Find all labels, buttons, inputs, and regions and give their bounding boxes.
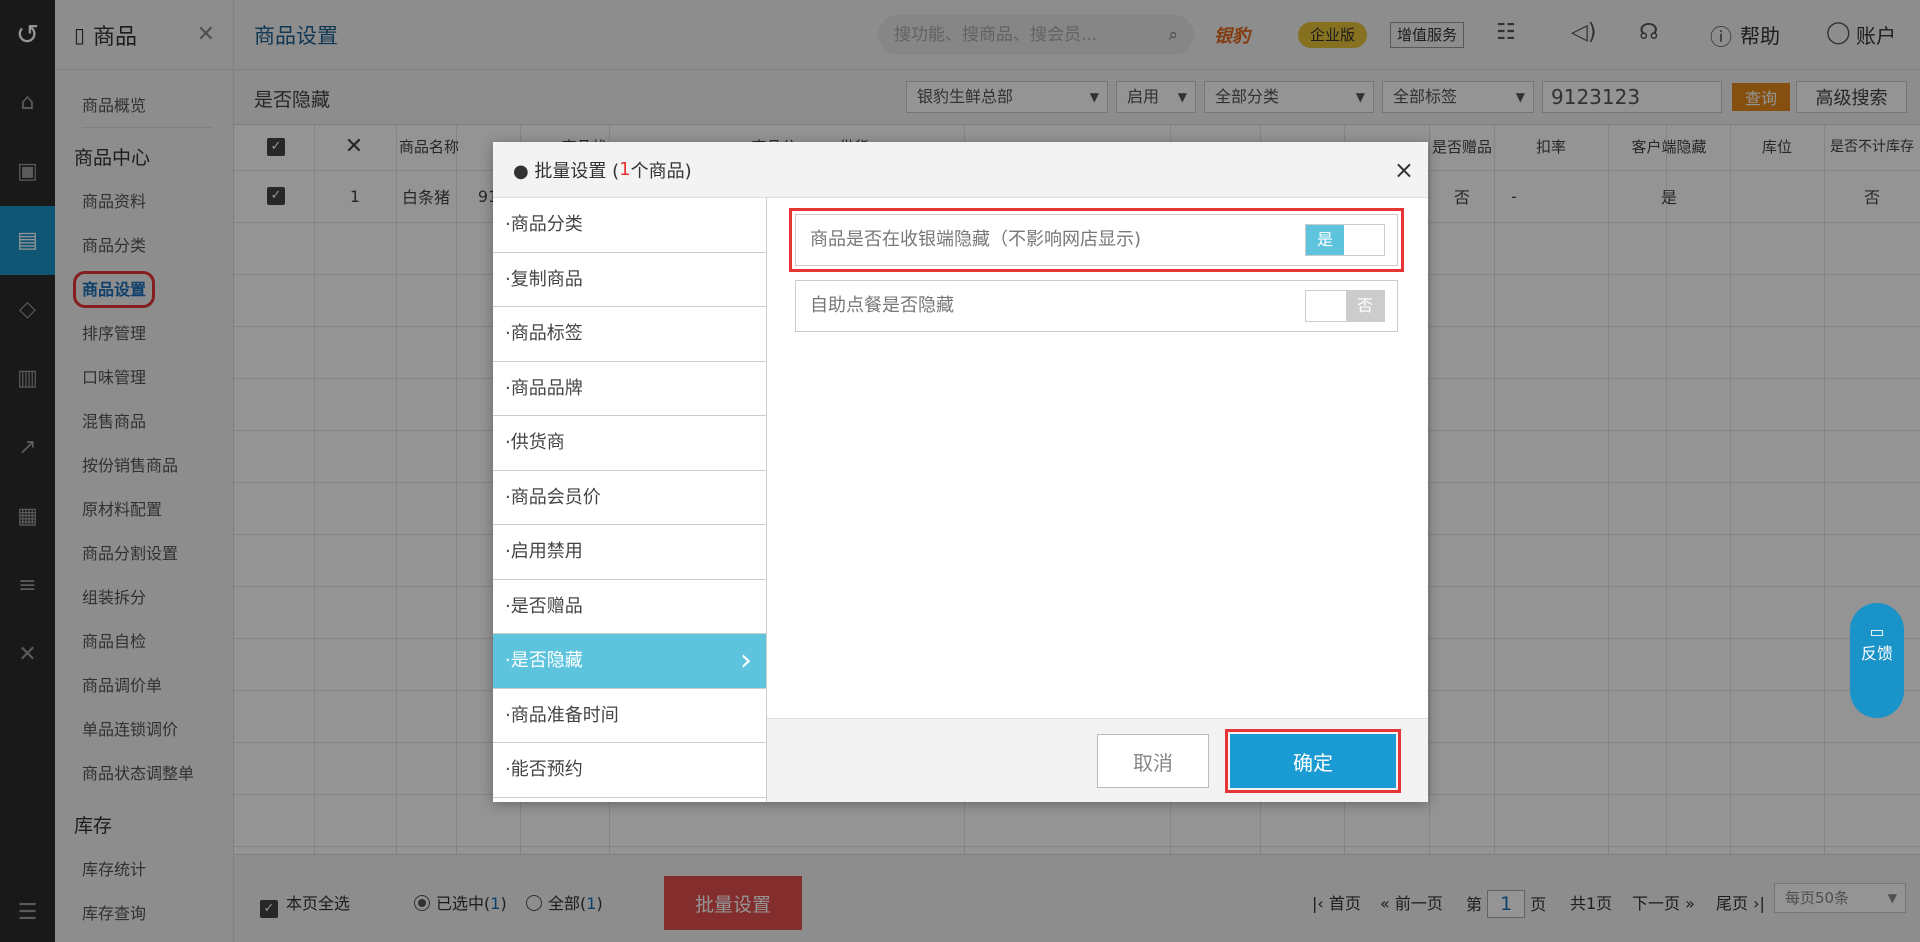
dialog-menu: ·商品分类 ·复制商品 ·商品标签 ·商品品牌 ·供货商 ·商品会员价 ·启用禁… xyxy=(493,198,767,802)
menu-item-copy[interactable]: ·复制商品 xyxy=(493,253,766,307)
option-label: 商品是否在收银端隐藏（不影响网店显示) xyxy=(810,229,1142,250)
menu-item-gift[interactable]: ·是否赠品 xyxy=(493,580,766,634)
dialog-title-suffix: 个商品) xyxy=(630,160,692,182)
menu-item-label: ·是否隐藏 xyxy=(505,650,583,671)
dialog-title-prefix: ● 批量设置 ( xyxy=(513,160,620,182)
dialog-footer: 取消 确定 xyxy=(767,718,1428,802)
chevron-right-icon: › xyxy=(740,643,752,678)
dialog-header: ● 批量设置 ( 1 个商品) × xyxy=(493,142,1428,198)
feedback-label: 反馈 xyxy=(1860,644,1893,663)
confirm-button[interactable]: 确定 xyxy=(1225,729,1401,793)
menu-item-prep-time[interactable]: ·商品准备时间 xyxy=(493,689,766,743)
menu-item-reservation[interactable]: ·能否预约 xyxy=(493,743,766,798)
cancel-button[interactable]: 取消 xyxy=(1097,734,1209,788)
toggle-on-label: 是 xyxy=(1306,225,1344,255)
option-hide-self-order: 自助点餐是否隐藏 否 xyxy=(795,280,1398,332)
menu-item-hidden[interactable]: ·是否隐藏 › xyxy=(493,634,766,689)
message-icon: ▭ xyxy=(1869,622,1885,641)
menu-item-brand[interactable]: ·商品品牌 xyxy=(493,362,766,416)
dialog-title-count: 1 xyxy=(619,159,631,180)
feedback-button[interactable]: ▭ 反馈 xyxy=(1850,603,1904,718)
menu-item-supplier[interactable]: ·供货商 xyxy=(493,416,766,471)
menu-item-enable[interactable]: ·启用禁用 xyxy=(493,525,766,580)
batch-settings-dialog: ● 批量设置 ( 1 个商品) × ·商品分类 ·复制商品 ·商品标签 ·商品品… xyxy=(493,142,1428,802)
toggle-off-label: 否 xyxy=(1346,291,1384,321)
menu-item-member-price[interactable]: ·商品会员价 xyxy=(493,471,766,525)
dialog-content: 商品是否在收银端隐藏（不影响网店显示) 是 自助点餐是否隐藏 否 取消 确定 xyxy=(767,198,1428,802)
hide-self-order-toggle[interactable]: 否 xyxy=(1305,290,1385,322)
hide-at-cashier-toggle[interactable]: 是 xyxy=(1305,224,1385,256)
menu-item-category[interactable]: ·商品分类 xyxy=(493,198,766,253)
close-icon[interactable]: × xyxy=(1394,156,1414,184)
option-label: 自助点餐是否隐藏 xyxy=(810,295,954,316)
option-hide-at-cashier: 商品是否在收银端隐藏（不影响网店显示) 是 xyxy=(789,208,1404,272)
menu-item-tag[interactable]: ·商品标签 xyxy=(493,307,766,362)
